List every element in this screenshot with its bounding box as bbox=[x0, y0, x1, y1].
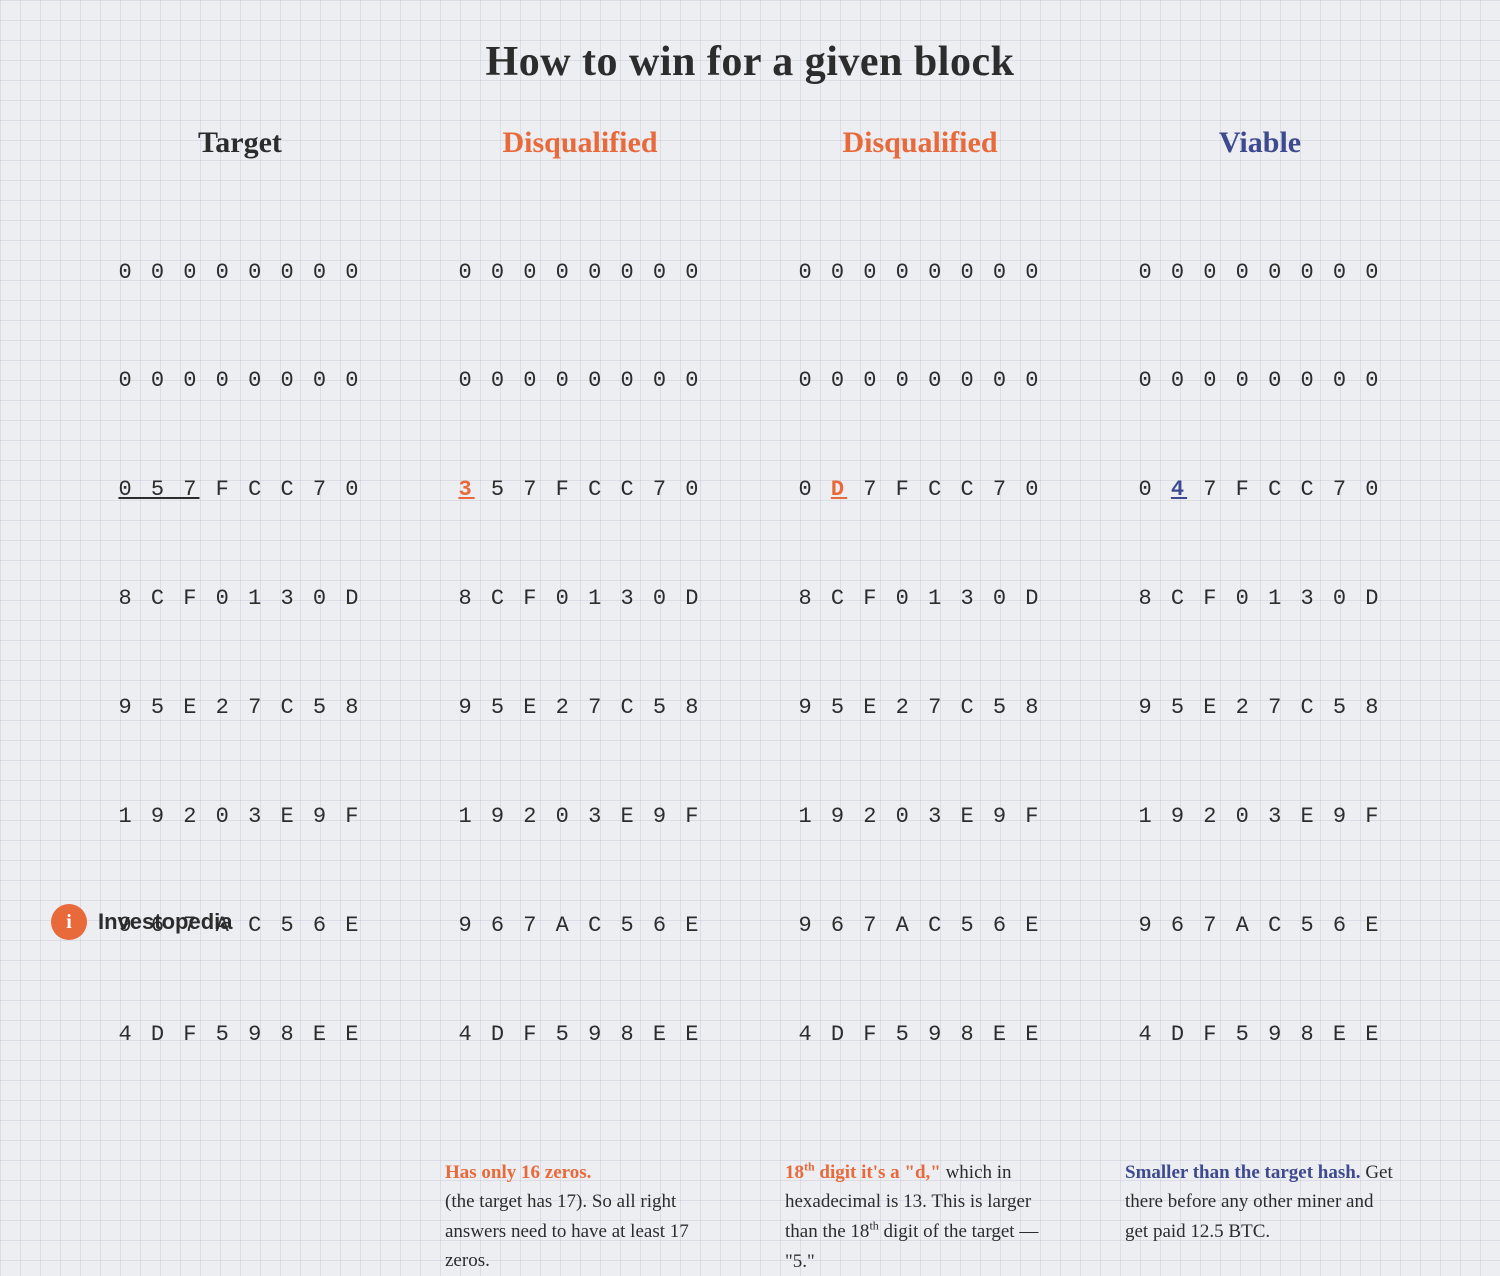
desc-highlight: 18th digit it's a "d," bbox=[785, 1162, 941, 1183]
hash-row: 0 0 0 0 0 0 0 0 bbox=[118, 255, 361, 291]
disqualified1-description: Has only 16 zeros. (the target has 17). … bbox=[445, 1158, 715, 1276]
hash-row: 8 C F 0 1 3 0 D bbox=[1138, 581, 1381, 617]
hash-row: 4 D F 5 9 8 E E bbox=[798, 1017, 1041, 1053]
hash-row: 4 D F 5 9 8 E E bbox=[118, 1017, 361, 1053]
hash-row: 1 9 2 0 3 E 9 F bbox=[118, 799, 361, 835]
hash-row: 0 D 7 F C C 7 0 bbox=[798, 472, 1041, 508]
highlight-digit: D bbox=[831, 477, 847, 502]
column-disqualified2-header: Disqualified bbox=[842, 126, 997, 160]
investopedia-logo-icon: i bbox=[50, 903, 88, 941]
hash-row: 9 5 E 2 7 C 5 8 bbox=[1138, 690, 1381, 726]
desc-highlight: Has only 16 zeros. bbox=[445, 1162, 591, 1183]
hash-row: 9 6 7 A C 5 6 E bbox=[1138, 908, 1381, 944]
hash-row: 1 9 2 0 3 E 9 F bbox=[1138, 799, 1381, 835]
desc-text: (the target has 17). So all right answer… bbox=[445, 1191, 689, 1271]
hash-row: 9 5 E 2 7 C 5 8 bbox=[458, 690, 701, 726]
hash-row: 8 C F 0 1 3 0 D bbox=[458, 581, 701, 617]
hash-row: 1 9 2 0 3 E 9 F bbox=[458, 799, 701, 835]
page-title: How to win for a given block bbox=[486, 38, 1015, 86]
column-target-hash: 0 0 0 0 0 0 0 0 0 0 0 0 0 0 0 0 0 5 7 F … bbox=[118, 182, 361, 1126]
columns-wrapper: Target 0 0 0 0 0 0 0 0 0 0 0 0 0 0 0 0 0… bbox=[0, 126, 1500, 1276]
hash-row: 8 C F 0 1 3 0 D bbox=[118, 581, 361, 617]
hash-row: 0 0 0 0 0 0 0 0 bbox=[1138, 363, 1381, 399]
column-disqualified2: Disqualified 0 0 0 0 0 0 0 0 0 0 0 0 0 0… bbox=[750, 126, 1090, 1276]
hash-row: 8 C F 0 1 3 0 D bbox=[798, 581, 1041, 617]
column-viable-header: Viable bbox=[1219, 126, 1301, 160]
underline-span: 0 5 7 bbox=[118, 477, 199, 502]
hash-row: 0 0 0 0 0 0 0 0 bbox=[118, 363, 361, 399]
highlight-digit: 3 bbox=[458, 477, 474, 502]
hash-row: 0 0 0 0 0 0 0 0 bbox=[798, 363, 1041, 399]
hash-row: 9 5 E 2 7 C 5 8 bbox=[118, 690, 361, 726]
hash-row: 1 9 2 0 3 E 9 F bbox=[798, 799, 1041, 835]
column-disqualified1-header: Disqualified bbox=[502, 126, 657, 160]
hash-row: 9 6 7 A C 5 6 E bbox=[458, 908, 701, 944]
hash-row: 0 0 0 0 0 0 0 0 bbox=[458, 255, 701, 291]
hash-row: 0 4 7 F C C 7 0 bbox=[1138, 472, 1381, 508]
hash-row: 4 D F 5 9 8 E E bbox=[458, 1017, 701, 1053]
desc-highlight: Smaller than the target hash. bbox=[1125, 1162, 1361, 1183]
disqualified2-description: 18th digit it's a "d," which in hexadeci… bbox=[785, 1158, 1055, 1276]
logo-area: i Investopedia bbox=[50, 903, 232, 941]
column-disqualified1: Disqualified 0 0 0 0 0 0 0 0 0 0 0 0 0 0… bbox=[410, 126, 750, 1276]
hash-row: 3 5 7 F C C 7 0 bbox=[458, 472, 701, 508]
hash-row: 0 0 0 0 0 0 0 0 bbox=[1138, 255, 1381, 291]
highlight-digit: 4 bbox=[1171, 477, 1187, 502]
column-target: Target 0 0 0 0 0 0 0 0 0 0 0 0 0 0 0 0 0… bbox=[70, 126, 410, 1276]
hash-row: 4 D F 5 9 8 E E bbox=[1138, 1017, 1381, 1053]
column-target-header: Target bbox=[198, 126, 282, 160]
investopedia-logo-text: Investopedia bbox=[98, 909, 232, 935]
hash-row: 0 0 0 0 0 0 0 0 bbox=[798, 255, 1041, 291]
viable-description: Smaller than the target hash. Get there … bbox=[1125, 1158, 1395, 1246]
column-viable: Viable 0 0 0 0 0 0 0 0 0 0 0 0 0 0 0 0 0… bbox=[1090, 126, 1430, 1276]
hash-row: 0 5 7 F C C 7 0 bbox=[118, 472, 361, 508]
hash-row: 9 5 E 2 7 C 5 8 bbox=[798, 690, 1041, 726]
column-disqualified2-hash: 0 0 0 0 0 0 0 0 0 0 0 0 0 0 0 0 0 D 7 F … bbox=[798, 182, 1041, 1126]
svg-text:i: i bbox=[66, 911, 72, 933]
column-viable-hash: 0 0 0 0 0 0 0 0 0 0 0 0 0 0 0 0 0 4 7 F … bbox=[1138, 182, 1381, 1126]
hash-row: 9 6 7 A C 5 6 E bbox=[798, 908, 1041, 944]
column-disqualified1-hash: 0 0 0 0 0 0 0 0 0 0 0 0 0 0 0 0 3 5 7 F … bbox=[458, 182, 701, 1126]
hash-row: 0 0 0 0 0 0 0 0 bbox=[458, 363, 701, 399]
